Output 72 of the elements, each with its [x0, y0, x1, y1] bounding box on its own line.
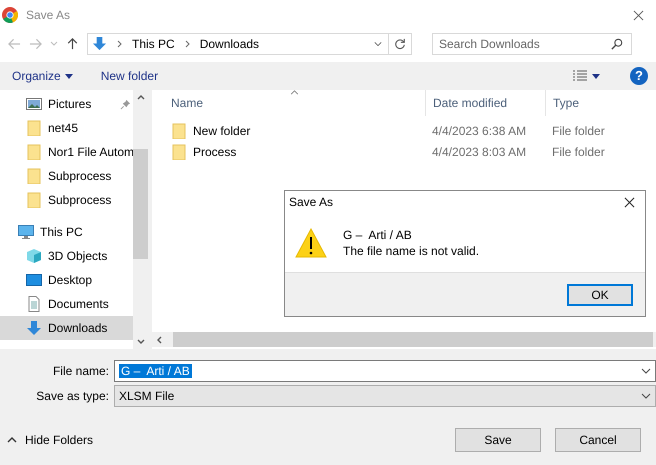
folder-icon	[171, 144, 187, 160]
sidebar-item[interactable]: Documents	[0, 292, 133, 316]
file-name-field[interactable]: G – Arti / AB	[114, 360, 656, 382]
download-arrow-icon	[26, 320, 42, 336]
list-view-icon	[572, 70, 588, 82]
sidebar-item[interactable]: This PC	[0, 220, 133, 244]
caret-icon	[592, 74, 600, 78]
warning-icon	[295, 228, 327, 258]
organize-button[interactable]: Organize	[4, 66, 81, 86]
sidebar-item[interactable]: Downloads	[0, 316, 133, 340]
computer-icon	[18, 224, 34, 240]
chevron-down-icon[interactable]	[641, 368, 651, 374]
help-button[interactable]: ?	[630, 67, 648, 85]
file-name[interactable]: Process	[193, 144, 236, 158]
sidebar-item[interactable]: net45	[0, 116, 133, 140]
search-icon	[611, 38, 623, 50]
ok-button[interactable]: OK	[567, 284, 633, 306]
scrollbar-thumb[interactable]	[173, 332, 653, 347]
window-title: Save As	[26, 8, 70, 22]
folder-icon	[26, 168, 42, 184]
message-text: G – Arti / AB	[343, 227, 413, 243]
column-header[interactable]: Type	[545, 90, 645, 116]
up-arrow-icon[interactable]	[66, 38, 79, 50]
pictures-icon	[26, 96, 42, 112]
search-field[interactable]: Search Downloads	[432, 32, 632, 54]
sidebar-item[interactable]: Subprocess	[0, 188, 133, 212]
column-header[interactable]: Name	[152, 90, 425, 116]
file-type: File folder	[551, 124, 606, 138]
breadcrumb[interactable]: Downloads	[200, 36, 260, 50]
file-type: File folder	[551, 144, 606, 158]
new-folder-button[interactable]: New folder	[92, 66, 166, 86]
chevron-down-icon[interactable]	[641, 392, 651, 398]
pin-icon[interactable]	[120, 98, 131, 110]
message-box-title: Save As	[289, 195, 334, 209]
chevron-down-icon[interactable]	[374, 40, 382, 46]
cube-icon	[26, 248, 42, 264]
save-button[interactable]: Save	[455, 428, 541, 452]
sort-caret-icon	[290, 90, 299, 95]
date-modified: 4/4/2023 8:03 AM	[431, 144, 528, 158]
folder-icon	[171, 122, 187, 138]
document-icon	[26, 296, 42, 312]
sidebar-item[interactable]: Nor1 File Autom	[0, 140, 133, 164]
cancel-button[interactable]: Cancel	[555, 428, 641, 452]
date-modified: 4/4/2023 6:38 AM	[431, 124, 528, 138]
scroll-left-icon[interactable]	[157, 336, 162, 344]
close-icon[interactable]	[633, 10, 644, 20]
save-as-type-dropdown[interactable]: XLSM File	[114, 384, 656, 406]
folder-icon	[26, 144, 42, 160]
close-icon[interactable]	[624, 196, 635, 208]
scroll-up-icon[interactable]	[136, 95, 144, 100]
chevron-right-icon	[184, 40, 190, 48]
hide-folders-button[interactable]: Hide Folders	[5, 431, 96, 449]
field-label: File name:	[52, 364, 110, 378]
sidebar-item[interactable]: Desktop	[0, 268, 133, 292]
chevron-right-icon	[117, 40, 122, 48]
chevron-up-icon	[7, 437, 17, 443]
field-label: Save as type:	[35, 388, 110, 402]
file-name[interactable]: New folder	[193, 124, 250, 138]
folder-icon	[26, 120, 42, 136]
sidebar-item[interactable]: Subprocess	[0, 164, 133, 188]
folder-icon	[26, 192, 42, 208]
message-text: The file name is not valid.	[343, 243, 480, 259]
desktop-icon	[26, 272, 42, 288]
scrollbar-thumb[interactable]	[133, 149, 148, 259]
caret-icon	[64, 74, 73, 78]
address-bar[interactable]: This PC Downloads	[87, 32, 412, 54]
download-arrow-icon	[92, 36, 107, 51]
breadcrumb[interactable]: This PC	[132, 36, 175, 50]
column-header[interactable]: Date modified	[425, 90, 545, 116]
scroll-down-icon[interactable]	[136, 339, 144, 344]
sidebar-item[interactable]: 3D Objects	[0, 244, 133, 268]
sidebar-item[interactable]: Pictures	[0, 92, 133, 116]
